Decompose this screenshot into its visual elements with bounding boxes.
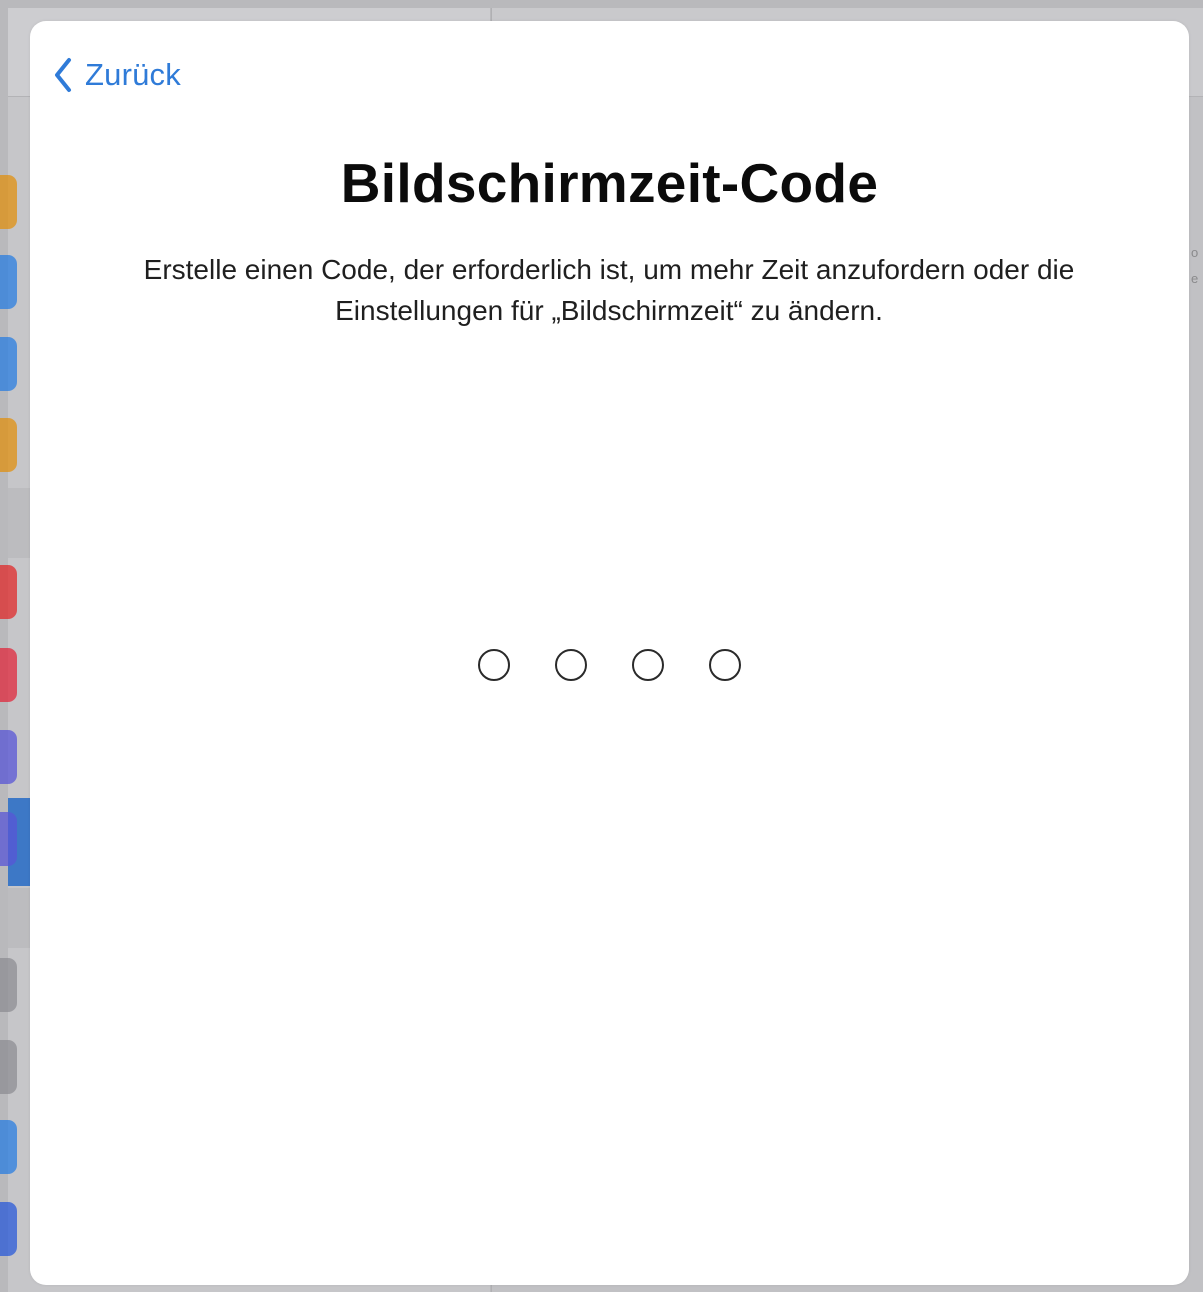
- passcode-dot: [555, 649, 587, 681]
- background-group-gap: [8, 488, 30, 558]
- chevron-left-icon: [55, 58, 71, 92]
- background-app-icon: [0, 565, 17, 619]
- background-app-icon: [0, 418, 17, 472]
- passcode-entry[interactable]: [30, 649, 1189, 681]
- page-title: Bildschirmzeit-Code: [340, 152, 879, 214]
- background-app-icon: [0, 648, 17, 702]
- background-app-icon: [0, 1202, 17, 1256]
- screen-time-passcode-sheet: Zurück Bildschirmzeit-Code Erstelle eine…: [30, 21, 1189, 1285]
- background-text-fragment: e: [1191, 272, 1199, 286]
- passcode-dot: [632, 649, 664, 681]
- back-button[interactable]: Zurück: [53, 55, 181, 95]
- back-label: Zurück: [85, 57, 181, 92]
- background-app-icon: [0, 730, 17, 784]
- background-app-icon: [0, 1120, 17, 1174]
- passcode-dot: [478, 649, 510, 681]
- background-app-icon: [0, 958, 17, 1012]
- background-app-icon: [0, 175, 17, 229]
- background-app-icon: [0, 1040, 17, 1094]
- background-app-icon: [0, 812, 17, 866]
- background-app-icon: [0, 255, 17, 309]
- background-group-gap: [8, 888, 30, 948]
- page-description: Erstelle einen Code, der erforderlich is…: [143, 254, 1075, 326]
- passcode-dot: [709, 649, 741, 681]
- background-text-fragment: o: [1191, 246, 1199, 260]
- background-app-icon: [0, 337, 17, 391]
